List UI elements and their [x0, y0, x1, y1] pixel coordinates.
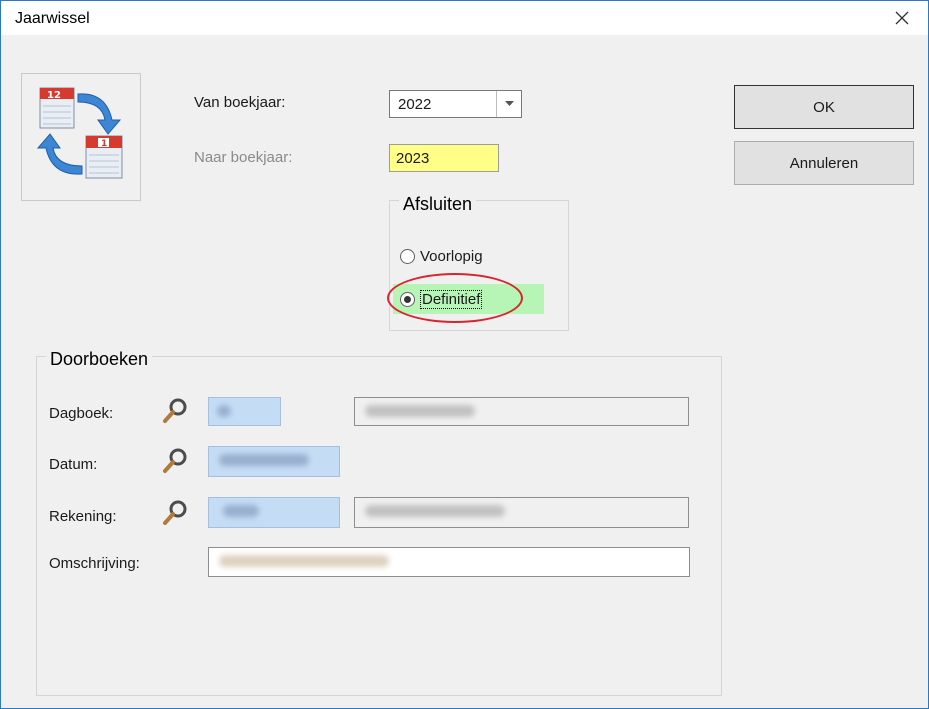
rekening-label: Rekening:: [49, 508, 117, 525]
magnifier-icon[interactable]: [161, 447, 189, 475]
omschrijving-field[interactable]: [208, 547, 690, 577]
magnifier-icon[interactable]: [161, 397, 189, 425]
svg-text:1: 1: [101, 139, 107, 149]
dagboek-code-field[interactable]: [208, 397, 281, 426]
van-boekjaar-value: 2022: [398, 96, 432, 113]
omschrijving-label: Omschrijving:: [49, 555, 140, 572]
naar-boekjaar-field: 2023: [389, 144, 499, 172]
afsluiten-title: Afsluiten: [399, 194, 477, 215]
dagboek-label: Dagboek:: [49, 405, 114, 422]
annotation-ellipse: [387, 273, 523, 323]
cancel-button[interactable]: Annuleren: [734, 141, 914, 185]
close-icon: [895, 11, 909, 25]
dropdown-arrow-icon: [504, 101, 514, 106]
radio-circle[interactable]: [400, 249, 415, 264]
datum-label: Datum:: [49, 456, 98, 473]
window-title: Jaarwissel: [15, 10, 90, 27]
svg-text:12: 12: [47, 90, 61, 101]
van-boekjaar-label: Van boekjaar:: [194, 94, 286, 111]
calendar-swap-icon: 12 1: [36, 87, 123, 179]
van-boekjaar-select[interactable]: 2022: [389, 90, 522, 118]
close-button[interactable]: [880, 3, 924, 33]
radio-voorlopig[interactable]: Voorlopig: [400, 248, 483, 265]
rekening-code-field[interactable]: [208, 497, 340, 528]
doorboeken-title: Doorboeken: [46, 349, 153, 370]
rekening-description-field: [354, 497, 689, 528]
magnifier-icon[interactable]: [161, 499, 189, 527]
app-icon-frame: 12 1: [21, 73, 141, 201]
dialog-window: Jaarwissel 12 1 Van boekjaar: 2022 Naar …: [0, 0, 929, 709]
naar-boekjaar-value: 2023: [396, 150, 430, 167]
title-bar: Jaarwissel: [1, 1, 928, 35]
ok-button[interactable]: OK: [734, 85, 914, 129]
naar-boekjaar-label: Naar boekjaar:: [194, 149, 293, 166]
datum-field[interactable]: [208, 446, 340, 477]
dagboek-description-field: [354, 397, 689, 426]
radio-voorlopig-label: Voorlopig: [420, 248, 483, 265]
dropdown-button[interactable]: [496, 91, 521, 117]
